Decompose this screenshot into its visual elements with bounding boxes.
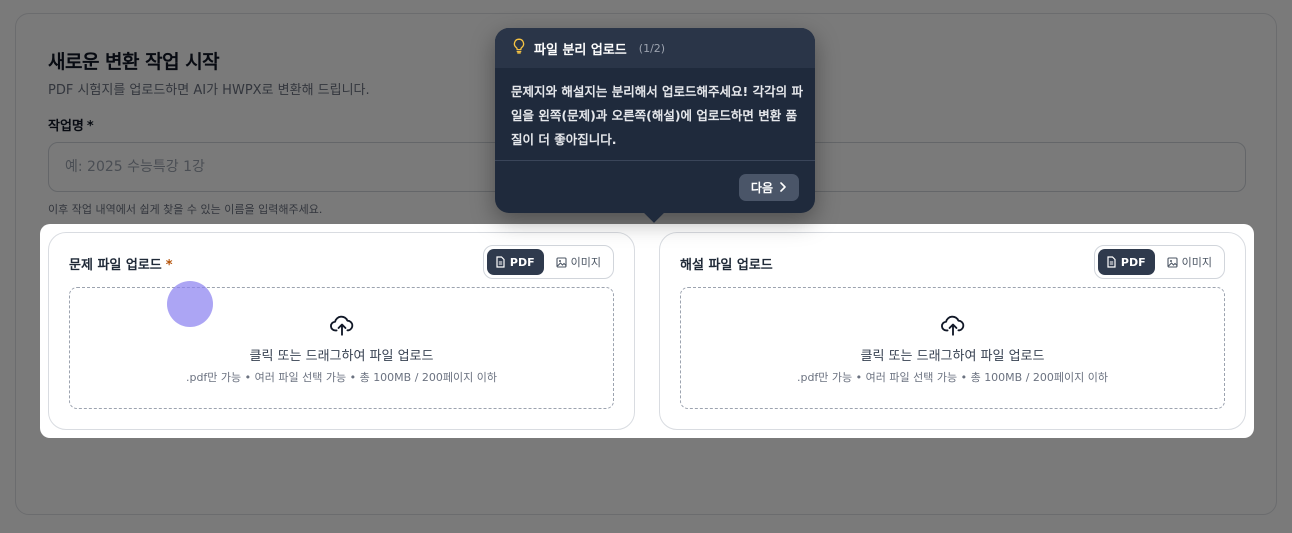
cloud-upload-icon — [940, 312, 966, 338]
chevron-right-icon — [779, 181, 787, 195]
image-label: 이미지 — [1181, 256, 1212, 269]
page-subtitle: PDF 시험지를 업로드하면 AI가 HWPX로 변환해 드립니다. — [48, 83, 370, 98]
dropzone-main-text: 클릭 또는 드래그하여 파일 업로드 — [249, 349, 434, 364]
problem-file-type-toggle: PDF 이미지 — [482, 245, 614, 279]
required-mark: * — [165, 258, 173, 273]
image-label: 이미지 — [570, 256, 601, 269]
solution-upload-card: 해설 파일 업로드 PDF 이미지 클릭 또는 드래그하여 파일 업로드 .pd… — [659, 232, 1246, 430]
solution-file-type-toggle: PDF 이미지 — [1093, 245, 1225, 279]
page-title: 새로운 변환 작업 시작 — [48, 51, 220, 73]
file-icon — [495, 256, 506, 268]
solution-image-toggle[interactable]: 이미지 — [1159, 249, 1221, 275]
job-name-label: 작업명 * — [48, 115, 94, 134]
tour-body: 문제지와 해설지는 분리해서 업로드해주세요! 각각의 파일을 왼쪽(문제)과 … — [511, 84, 803, 147]
image-icon — [556, 256, 567, 268]
tour-next-label: 다음 — [750, 181, 773, 195]
problem-upload-title-text: 문제 파일 업로드 — [69, 258, 162, 273]
image-icon — [1167, 256, 1178, 268]
cloud-upload-icon — [329, 312, 355, 338]
tour-tooltip-header: 파일 분리 업로드 (1/2) — [495, 28, 815, 68]
problem-dropzone[interactable]: 클릭 또는 드래그하여 파일 업로드 .pdf만 가능 • 여러 파일 선택 가… — [69, 287, 614, 409]
dropzone-sub-text: .pdf만 가능 • 여러 파일 선택 가능 • 총 100MB / 200페이… — [796, 371, 1109, 384]
problem-pdf-toggle[interactable]: PDF — [486, 249, 544, 275]
tour-divider — [495, 160, 815, 161]
tour-title: 파일 분리 업로드 — [534, 42, 627, 58]
lightbulb-icon — [512, 38, 526, 58]
job-name-hint: 이후 작업 내역에서 쉽게 찾을 수 있는 이름을 입력해주세요. — [48, 203, 323, 216]
solution-pdf-toggle[interactable]: PDF — [1097, 249, 1155, 275]
problem-upload-title: 문제 파일 업로드 * — [69, 254, 173, 273]
solution-dropzone[interactable]: 클릭 또는 드래그하여 파일 업로드 .pdf만 가능 • 여러 파일 선택 가… — [680, 287, 1225, 409]
pdf-label: PDF — [509, 255, 535, 269]
job-name-label-text: 작업명 — [48, 119, 84, 134]
dropzone-sub-text: .pdf만 가능 • 여러 파일 선택 가능 • 총 100MB / 200페이… — [185, 371, 498, 384]
dropzone-main-text: 클릭 또는 드래그하여 파일 업로드 — [860, 349, 1045, 364]
page: 새로운 변환 작업 시작 PDF 시험지를 업로드하면 AI가 HWPX로 변환… — [0, 0, 1292, 533]
tour-tooltip: 파일 분리 업로드 (1/2) 문제지와 해설지는 분리해서 업로드해주세요! … — [495, 28, 815, 213]
required-mark: * — [86, 119, 94, 134]
file-icon — [1106, 256, 1117, 268]
solution-upload-title: 해설 파일 업로드 — [680, 258, 773, 273]
problem-image-toggle[interactable]: 이미지 — [548, 249, 610, 275]
tour-step: (1/2) — [638, 41, 666, 55]
problem-upload-card: 문제 파일 업로드 * PDF 이미지 클릭 또는 드래그하여 파일 업로드 .p… — [48, 232, 635, 430]
tour-next-button[interactable]: 다음 — [738, 174, 799, 201]
pdf-label: PDF — [1120, 255, 1146, 269]
